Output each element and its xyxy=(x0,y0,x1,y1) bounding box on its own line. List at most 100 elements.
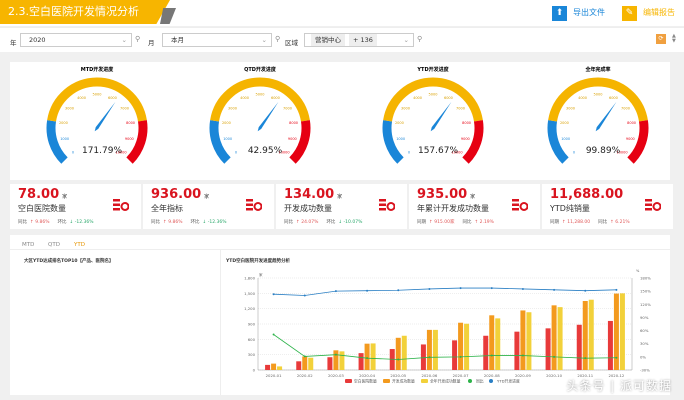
bar-0 xyxy=(296,361,302,370)
kpi-card: 935.00 家年累计开发成功数量 同期 ↑ 915.00家 同比 ↑ 2.19% xyxy=(409,184,540,229)
kpi-value: 134.00 家 xyxy=(284,187,342,202)
line-point xyxy=(615,356,618,359)
kpi-number: 936.00 xyxy=(151,187,202,202)
gauge-tick-label: 4000 xyxy=(77,96,86,100)
bar-1 xyxy=(551,305,557,370)
kpi-label: 年累计开发成功数量 xyxy=(417,204,489,213)
stat-label: 环比 xyxy=(326,220,336,225)
gauge-tick-label: 6000 xyxy=(444,96,453,100)
gauge-tick-label: 0 xyxy=(408,151,410,155)
filter-icon[interactable]: ⚲ xyxy=(275,35,280,43)
gauge-title: MTD开发进度 xyxy=(81,66,115,73)
edit-report-button[interactable]: ✎ 编辑报告 xyxy=(622,5,675,21)
gauge-tick-label: 3000 xyxy=(228,107,237,111)
scroll-arrows-icon[interactable]: ▲ ▼ xyxy=(672,34,676,44)
stat-label: 同比 xyxy=(462,220,472,225)
bar-1 xyxy=(458,322,464,370)
region-chip: 营销中心 xyxy=(311,34,345,46)
kpi-unit: 家 xyxy=(62,194,68,200)
gauge-needle xyxy=(257,101,279,132)
stat-value: ↓ -12.36% xyxy=(202,220,227,225)
watermark: 头条号 | 派可数据 xyxy=(566,379,672,393)
y-right-tick-label: -30% xyxy=(640,368,650,373)
legend-label: 同比 xyxy=(476,379,484,384)
chevron-down-icon: ⌄ xyxy=(261,36,267,44)
kpi-card: 11,688.00 YTD纯销量 同期 ↑ 11,288.00 同比 ↑ 6.21% xyxy=(542,184,673,229)
y-right-tick-label: 120% xyxy=(640,302,651,307)
tab-mtd[interactable]: MTD xyxy=(16,240,40,250)
stat-label: 环比 xyxy=(57,220,67,225)
tab-ytd[interactable]: YTD xyxy=(68,240,91,250)
y-left-tick-label: 600 xyxy=(248,337,256,342)
bar-2 xyxy=(370,343,376,370)
legend-swatch xyxy=(421,379,428,383)
bar-2 xyxy=(526,312,532,370)
bar-1 xyxy=(271,363,277,370)
gauge-tick-label: 8000 xyxy=(462,121,471,125)
filter-icon[interactable]: ⚲ xyxy=(417,35,422,43)
x-tick-label: 2020-03 xyxy=(328,373,344,378)
bar-2 xyxy=(588,299,594,370)
y-left-tick-label: 300 xyxy=(248,352,256,357)
gauge-tick-label: 2000 xyxy=(395,121,404,125)
gauge-tick-label: 3000 xyxy=(566,107,575,111)
kpi-label: 空白医院数量 xyxy=(18,204,66,213)
line-point xyxy=(459,355,462,358)
gauge-tick-label: 1000 xyxy=(60,137,69,141)
bar-0 xyxy=(607,320,613,370)
gauge-tick-label: 8000 xyxy=(289,121,298,125)
line-point xyxy=(490,354,493,357)
x-tick-label: 2020-04 xyxy=(359,373,375,378)
kpi-value: 78.00 家 xyxy=(18,187,67,202)
line-point xyxy=(553,288,556,291)
stat-value: ↑ 915.00家 xyxy=(429,220,455,225)
refresh-icon[interactable]: ⟳ xyxy=(656,34,666,44)
year-select[interactable]: 2020 ⌄ xyxy=(20,33,132,47)
gauges-svg: MTD开发进度 0 1000 2000 3000 4000 5000 6000 7000 8000… xyxy=(46,66,649,164)
export-button[interactable]: ⬆ 导出文件 xyxy=(552,5,605,21)
coins-icon xyxy=(512,196,529,215)
stat-value: ↑ 11,288.00 xyxy=(562,220,591,225)
page-title: 2.3.空白医院开发情况分析 xyxy=(0,0,170,24)
gauge-tick-label: 8000 xyxy=(126,121,135,125)
filter-icon[interactable]: ⚲ xyxy=(135,35,140,43)
tab-qtd[interactable]: QTD xyxy=(42,240,66,250)
gauge-band xyxy=(47,77,147,122)
x-tick-label: 2020-05 xyxy=(390,373,406,378)
gauge-tick-label: 4000 xyxy=(578,96,587,100)
stat-label: 同期 xyxy=(550,220,559,225)
line-point xyxy=(584,289,587,292)
kpi-stats: 同比 ↑ 9.86% 环比 ↓ -12.36% xyxy=(151,219,226,225)
x-tick-label: 2020-07 xyxy=(453,373,469,378)
legend-swatch xyxy=(489,379,493,383)
region-select[interactable]: 营销中心 + 136 ⌄ xyxy=(304,33,414,47)
export-label: 导出文件 xyxy=(573,8,605,17)
chevron-down-icon: ⌄ xyxy=(403,36,409,44)
gauge-tick-label: 8000 xyxy=(627,121,636,125)
gauge-tick-label: 9000 xyxy=(461,137,470,141)
gauge-title: 全年完成率 xyxy=(584,66,610,73)
month-select[interactable]: 本月 ⌄ xyxy=(162,33,272,47)
gauge-tick-label: 4000 xyxy=(240,96,249,100)
line-point xyxy=(272,293,275,296)
gauge-tick-label: 5000 xyxy=(256,93,265,97)
kpi-unit: 家 xyxy=(470,194,476,200)
gauge-tick-label: 5000 xyxy=(594,93,603,97)
stat-label: 环比 xyxy=(190,220,200,225)
kpi-stats: 同比 ↑ 9.86% 环比 ↓ -12.36% xyxy=(18,219,93,225)
filter-bar: 年 2020 ⌄ ⚲ 月 本月 ⌄ ⚲ 区域 营销中心 + 136 ⌄ ⚲ ⟳ ▲ ▼ xyxy=(0,27,684,52)
edit-icon: ✎ xyxy=(622,5,637,21)
kpi-stats: 同期 ↑ 11,288.00 同比 ↑ 6.21% xyxy=(550,219,630,225)
gauge-needle xyxy=(595,101,617,132)
bar-2 xyxy=(401,335,407,370)
stat-label: 同期 xyxy=(417,220,426,225)
gauge-value: 171.79% xyxy=(82,146,122,156)
gauge-band xyxy=(383,77,483,122)
bar-1 xyxy=(395,337,401,370)
x-tick-label: 2020-01 xyxy=(266,373,282,378)
line-point xyxy=(366,289,369,292)
gauge-tick-label: 2000 xyxy=(59,121,68,125)
gauge-value: 157.67% xyxy=(418,146,458,156)
gauge-tick-label: 0 xyxy=(235,151,237,155)
bar-2 xyxy=(339,351,345,370)
